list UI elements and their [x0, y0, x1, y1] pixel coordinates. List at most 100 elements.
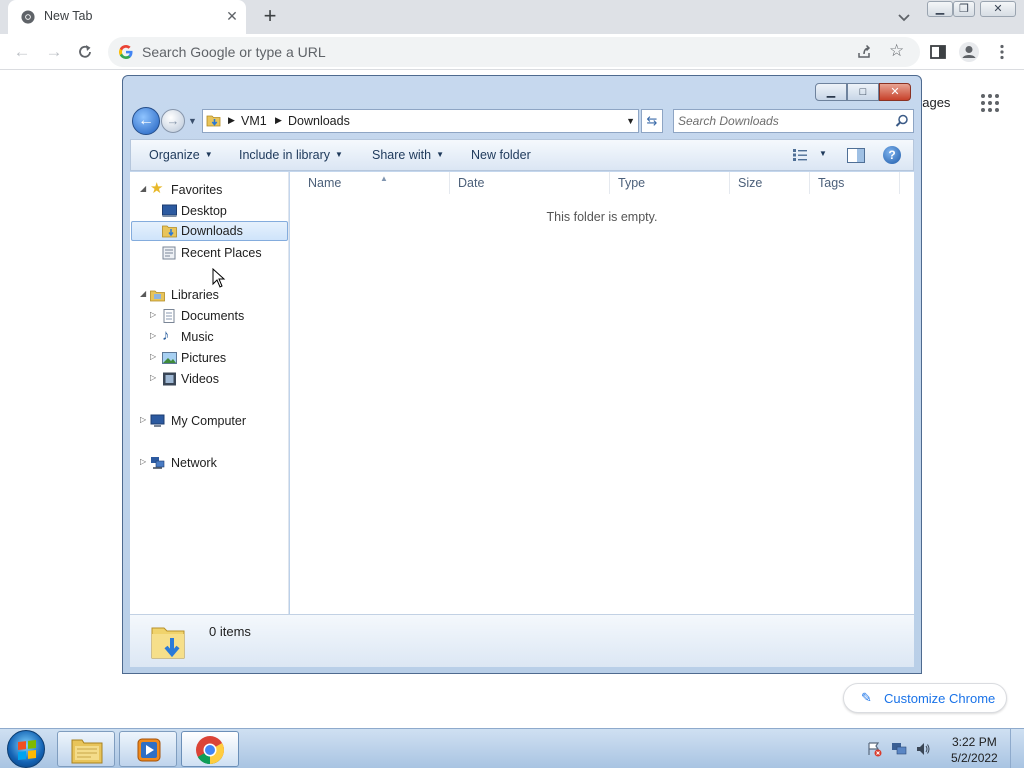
organize-button[interactable]: Organize ▼	[149, 148, 213, 162]
views-icon[interactable]	[793, 149, 809, 161]
media-player-icon	[137, 738, 161, 762]
sort-ascending-icon: ▲	[380, 174, 388, 183]
documents-icon	[163, 309, 175, 323]
network-tray-icon[interactable]	[891, 741, 907, 757]
kebab-menu-icon[interactable]	[993, 43, 1011, 61]
column-header-size[interactable]: Size	[730, 172, 810, 194]
expand-arrow-icon[interactable]: ◢	[140, 289, 146, 298]
customize-chrome-button[interactable]: ✎ Customize Chrome	[843, 683, 1007, 713]
chevron-down-icon[interactable]	[896, 9, 912, 25]
nav-item-my-computer[interactable]: My Computer	[150, 411, 280, 431]
breadcrumb-separator-icon[interactable]: ▶	[228, 115, 235, 126]
explorer-minimize-button[interactable]: ▁	[815, 83, 847, 101]
item-count: 0 items	[209, 624, 251, 639]
explorer-address-row: ← → ▼ ▶ VM1 ▶ Downloads ▼ ⇆	[130, 105, 914, 137]
chevron-down-icon: ▼	[204, 150, 213, 159]
window-close-button[interactable]: ✕	[980, 1, 1016, 17]
address-bar[interactable]: ▶ VM1 ▶ Downloads ▼	[202, 109, 639, 133]
google-g-icon	[119, 45, 133, 59]
expand-arrow-icon[interactable]: ▷	[150, 310, 156, 319]
profile-icon[interactable]	[958, 41, 980, 63]
chrome-favicon-icon	[21, 10, 35, 24]
folder-icon	[71, 739, 103, 764]
explorer-close-button[interactable]: ✕	[879, 83, 911, 101]
tab-new-tab[interactable]: New Tab ✕	[8, 0, 246, 34]
column-header-name[interactable]: Name ▲	[300, 172, 450, 194]
nav-label-pictures: Pictures	[181, 351, 227, 365]
breadcrumb-vm1[interactable]: VM1	[241, 114, 267, 128]
side-panel-icon[interactable]	[929, 43, 947, 61]
search-icon[interactable]	[895, 114, 909, 128]
nav-item-music[interactable]: ♪ Music	[160, 327, 280, 347]
downloads-folder-icon	[151, 627, 185, 659]
taskbar-explorer-button[interactable]	[57, 731, 115, 767]
preview-pane-icon[interactable]	[847, 148, 865, 163]
network-icon	[151, 457, 165, 469]
nav-label-documents: Documents	[181, 309, 245, 323]
breadcrumb-downloads[interactable]: Downloads	[288, 114, 350, 128]
downloads-folder-icon	[162, 225, 177, 238]
new-folder-button[interactable]: New folder	[471, 148, 531, 162]
expand-arrow-icon[interactable]: ▷	[150, 373, 156, 382]
taskbar-chrome-button[interactable]	[181, 731, 239, 767]
window-restore-button[interactable]: ❐	[953, 1, 975, 17]
tab-title: New Tab	[44, 9, 93, 23]
explorer-back-icon[interactable]: ←	[132, 107, 160, 135]
computer-icon	[150, 414, 165, 427]
help-icon[interactable]: ?	[883, 146, 901, 164]
taskbar-media-player-button[interactable]	[119, 731, 177, 767]
volume-icon[interactable]	[915, 741, 931, 757]
column-header-date[interactable]: Date	[450, 172, 610, 194]
action-center-icon[interactable]	[866, 741, 882, 757]
forward-arrow-icon[interactable]: →	[43, 41, 65, 63]
file-list-pane: Name ▲ Date Type Size Tags This folder i…	[290, 172, 914, 614]
omnibox[interactable]: Search Google or type a URL ☆	[108, 37, 920, 67]
tab-close-icon[interactable]: ✕	[224, 8, 240, 24]
nav-item-network[interactable]: Network	[150, 453, 280, 473]
breadcrumb-separator-icon[interactable]: ▶	[275, 115, 282, 126]
expand-arrow-icon[interactable]: ◢	[140, 184, 146, 193]
reload-icon[interactable]	[76, 43, 94, 61]
pictures-icon	[162, 352, 177, 364]
back-arrow-icon[interactable]: ←	[11, 41, 33, 63]
expand-arrow-icon[interactable]: ▷	[150, 352, 156, 361]
new-tab-button[interactable]: +	[259, 5, 281, 27]
explorer-caption-buttons: ▁ □ ✕	[815, 83, 913, 101]
explorer-forward-icon[interactable]: →	[161, 109, 185, 133]
clock-time[interactable]: 3:22 PM	[952, 735, 997, 749]
nav-item-desktop[interactable]: Desktop	[160, 201, 280, 221]
nav-item-pictures[interactable]: Pictures	[160, 348, 280, 368]
share-with-button[interactable]: Share with ▼	[372, 148, 444, 162]
nav-item-favorites[interactable]: ★ Favorites	[150, 180, 280, 200]
star-icon[interactable]: ☆	[889, 41, 904, 61]
customize-chrome-label: Customize Chrome	[884, 691, 996, 706]
apps-grid-icon[interactable]	[981, 94, 999, 112]
nav-item-libraries[interactable]: Libraries	[150, 285, 280, 305]
command-bar: Organize ▼ Include in library ▼ Share with…	[130, 139, 914, 171]
window-minimize-button[interactable]: ▁	[927, 1, 953, 17]
nav-item-documents[interactable]: Documents	[160, 306, 280, 326]
search-input[interactable]	[678, 113, 888, 129]
explorer-maximize-button[interactable]: □	[847, 83, 879, 101]
nav-item-downloads[interactable]: Downloads	[131, 221, 288, 241]
show-desktop-button[interactable]	[1010, 729, 1024, 768]
expand-arrow-icon[interactable]: ▷	[150, 331, 156, 340]
details-pane: 0 items	[130, 614, 914, 667]
include-in-library-button[interactable]: Include in library ▼	[239, 148, 343, 162]
start-button[interactable]	[7, 730, 45, 768]
refresh-icon[interactable]: ⇆	[641, 109, 663, 133]
share-icon[interactable]	[856, 44, 872, 60]
recent-pages-dropdown-icon[interactable]: ▼	[188, 116, 197, 126]
expand-arrow-icon[interactable]: ▷	[140, 457, 146, 466]
nav-item-videos[interactable]: Videos	[160, 369, 280, 389]
expand-arrow-icon[interactable]: ▷	[140, 415, 146, 424]
taskbar: 3:22 PM 5/2/2022	[0, 728, 1024, 768]
column-header-type[interactable]: Type	[610, 172, 730, 194]
views-dropdown-icon[interactable]: ▼	[819, 149, 827, 158]
search-box[interactable]	[673, 109, 914, 133]
clock-date[interactable]: 5/2/2022	[951, 751, 998, 765]
nav-item-recent-places[interactable]: Recent Places	[160, 243, 280, 263]
column-header-tags[interactable]: Tags	[810, 172, 900, 194]
google-chrome-icon	[196, 736, 224, 764]
address-dropdown-icon[interactable]: ▼	[626, 116, 635, 126]
